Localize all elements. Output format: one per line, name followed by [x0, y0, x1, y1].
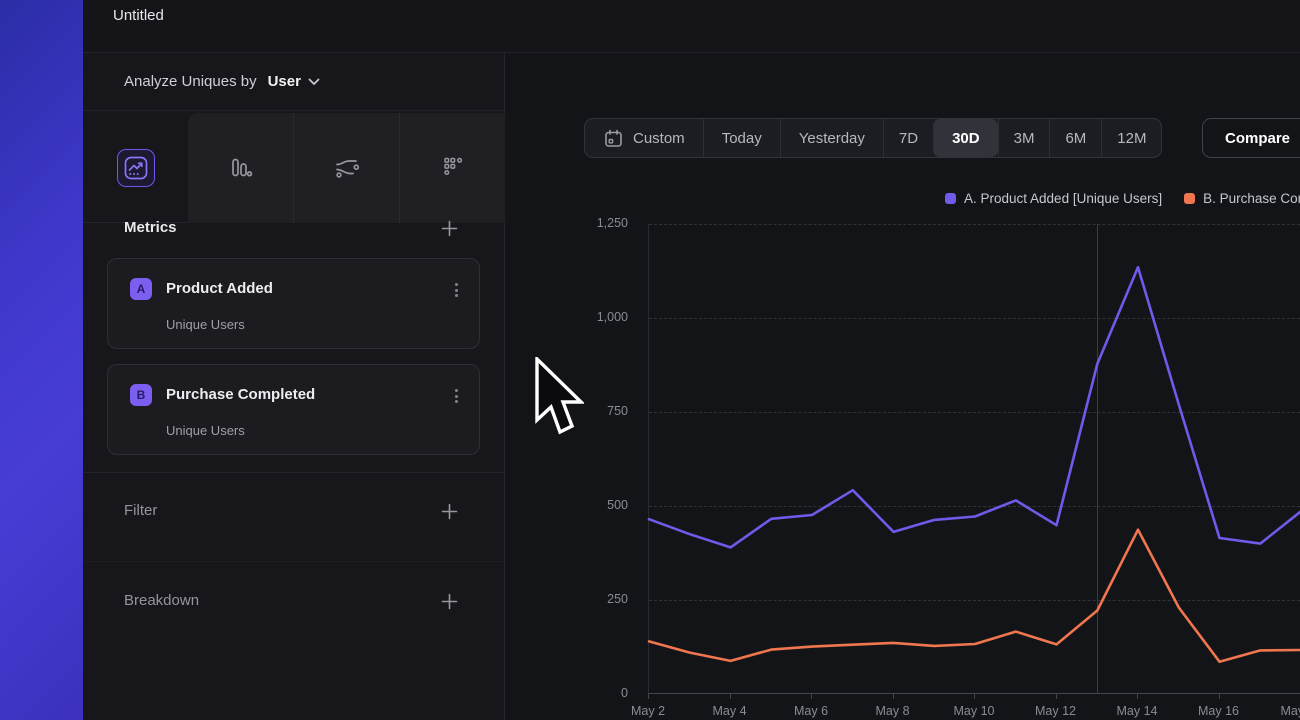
range-6m[interactable]: 6M	[1049, 119, 1101, 157]
x-tick	[893, 694, 894, 699]
legend-swatch-b	[1184, 193, 1195, 204]
divider	[83, 472, 504, 473]
retention-grid-icon	[440, 155, 466, 181]
plus-icon	[441, 593, 458, 610]
metric-subtitle[interactable]: Unique Users	[166, 317, 245, 332]
y-axis-label: 1,250	[548, 216, 628, 230]
breakdown-section-title: Breakdown	[124, 592, 199, 609]
metric-badge-b: B	[130, 384, 152, 406]
metric-badge-a: A	[130, 278, 152, 300]
calendar-icon	[603, 128, 624, 149]
flows-icon	[333, 155, 361, 181]
x-tick	[1219, 694, 1220, 699]
legend-item-a[interactable]: A. Product Added [Unique Users]	[945, 191, 1162, 206]
analyze-entity-dropdown[interactable]: User	[268, 73, 320, 90]
metric-subtitle[interactable]: Unique Users	[166, 423, 245, 438]
tab-bar-chart[interactable]	[188, 113, 293, 223]
x-axis-label: May 14	[1117, 704, 1158, 718]
chart-type-tabs	[83, 111, 504, 223]
analyze-label: Analyze Uniques by	[124, 73, 257, 90]
series-line-b	[649, 530, 1300, 662]
mouse-cursor	[534, 357, 584, 439]
range-12m[interactable]: 12M	[1101, 119, 1161, 157]
x-tick	[974, 694, 975, 699]
analyze-row: Analyze Uniques by User	[83, 53, 504, 111]
metric-title: Purchase Completed	[166, 386, 315, 403]
chevron-down-icon	[308, 78, 320, 86]
divider	[83, 561, 504, 562]
metrics-section-title: Metrics	[124, 219, 177, 236]
add-metric-button[interactable]	[437, 216, 461, 240]
y-axis-label: 250	[548, 592, 628, 606]
range-today[interactable]: Today	[703, 119, 780, 157]
x-tick	[811, 694, 812, 699]
legend-item-b[interactable]: B. Purchase Completed [Unique Users]	[1184, 191, 1300, 206]
report-title[interactable]: Untitled	[113, 7, 164, 24]
tab-panel	[188, 113, 505, 223]
plus-icon	[441, 503, 458, 520]
add-filter-button[interactable]	[437, 499, 461, 523]
range-30d[interactable]: 30D	[933, 119, 998, 157]
range-yesterday[interactable]: Yesterday	[780, 119, 883, 157]
analyze-entity-value: User	[268, 73, 301, 90]
range-3m[interactable]: 3M	[998, 119, 1050, 157]
filter-section-title: Filter	[124, 502, 157, 519]
x-axis-label: May 4	[712, 704, 746, 718]
range-7d[interactable]: 7D	[883, 119, 933, 157]
y-axis-label: 0	[548, 686, 628, 700]
add-breakdown-button[interactable]	[437, 589, 461, 613]
query-builder-sidebar: Analyze Uniques by User	[83, 53, 505, 720]
x-axis-label: May 8	[875, 704, 909, 718]
date-range-control: Custom Today Yesterday 7D 30D 3M 6M 12M	[584, 118, 1162, 158]
metric-card-a[interactable]: A Product Added Unique Users	[107, 258, 480, 349]
tab-flows[interactable]	[293, 113, 399, 223]
chart-plot-area[interactable]	[648, 224, 1300, 694]
x-axis-label: May 18	[1281, 704, 1300, 718]
x-axis-label: May 6	[794, 704, 828, 718]
y-axis-label: 1,000	[548, 310, 628, 324]
kebab-menu-icon[interactable]	[447, 281, 465, 299]
legend-swatch-a	[945, 193, 956, 204]
tab-retention[interactable]	[399, 113, 505, 223]
line-chart	[649, 224, 1300, 694]
left-accent-strip	[0, 0, 83, 720]
line-chart-icon	[117, 149, 155, 187]
bar-chart-icon	[228, 155, 254, 181]
chart-legend: A. Product Added [Unique Users] B. Purch…	[945, 191, 1300, 206]
metric-card-b[interactable]: B Purchase Completed Unique Users	[107, 364, 480, 455]
y-axis-label: 500	[548, 498, 628, 512]
x-axis-label: May 2	[631, 704, 665, 718]
range-custom[interactable]: Custom	[585, 119, 703, 157]
compare-button[interactable]: Compare	[1202, 118, 1300, 158]
tab-insights[interactable]	[83, 113, 188, 223]
series-line-a	[649, 267, 1300, 547]
x-axis-label: May 16	[1198, 704, 1239, 718]
x-axis-label: May 12	[1035, 704, 1076, 718]
metric-title: Product Added	[166, 280, 273, 297]
x-tick	[1137, 694, 1138, 699]
plus-icon	[441, 220, 458, 237]
x-tick	[730, 694, 731, 699]
x-tick	[1056, 694, 1057, 699]
top-bar: Untitled	[83, 0, 1300, 53]
kebab-menu-icon[interactable]	[447, 387, 465, 405]
x-tick	[648, 694, 649, 699]
x-axis-label: May 10	[954, 704, 995, 718]
